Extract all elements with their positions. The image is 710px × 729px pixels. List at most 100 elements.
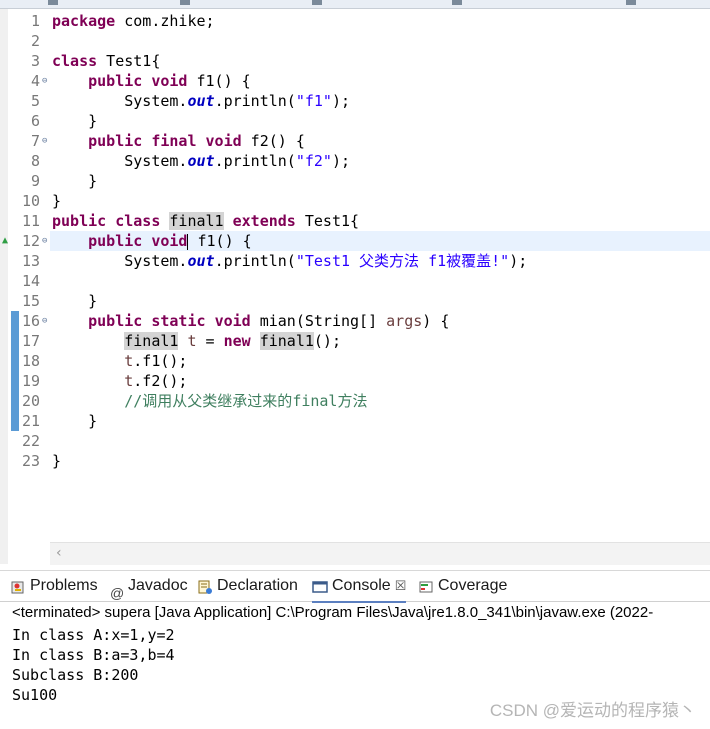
code-text: } <box>88 112 98 130</box>
editor-left-margin <box>0 542 8 564</box>
horizontal-scrollbar[interactable]: ‹ <box>50 542 710 565</box>
code-line: final1 t = new final1(); <box>52 331 710 351</box>
console-line: Su100 <box>12 686 58 704</box>
javadoc-icon: @ <box>110 584 125 601</box>
code-text: } <box>88 172 98 190</box>
fold-toggle-icon[interactable]: ⊖ <box>42 311 50 331</box>
code-text: ); <box>331 152 351 170</box>
code-text: .println( <box>214 252 296 270</box>
current-code-line: public void f1() { <box>50 231 710 251</box>
fold-toggle-icon[interactable]: ⊖ <box>42 131 50 151</box>
code-line: public class final1 extends Test1{ <box>52 211 710 231</box>
code-text: mian(String[] <box>250 312 387 330</box>
tab-declaration[interactable]: Declaration <box>197 571 298 601</box>
code-line: } <box>52 451 710 471</box>
keyword: void <box>214 312 251 330</box>
tab-label: Coverage <box>438 577 508 594</box>
code-line: System.out.println("Test1 父类方法 f1被覆盖!"); <box>52 251 710 271</box>
line-number: 3 <box>30 52 40 70</box>
class-name-occurrence: final1 <box>259 332 314 350</box>
code-editor[interactable]: 1 2 3 4 ⊖ 5 6 7 ⊖ 8 9 10 11 ▲ 12 ⊖ 13 14… <box>0 9 710 565</box>
declaration-icon <box>197 576 213 594</box>
code-line: System.out.println("f2"); <box>52 151 710 171</box>
keyword: void <box>151 232 188 250</box>
tab-javadoc[interactable]: @ Javadoc <box>110 571 188 601</box>
close-icon[interactable]: ☒ <box>395 578 407 593</box>
line-number: 9 <box>30 172 40 190</box>
fold-toggle-icon[interactable]: ⊖ <box>42 231 50 251</box>
keyword: extends <box>232 212 296 230</box>
keyword: public <box>88 72 143 90</box>
tab-coverage[interactable]: Coverage <box>418 571 507 601</box>
line-number: 14 <box>21 272 40 290</box>
line-number: 17 <box>21 332 40 350</box>
keyword: public <box>88 232 143 250</box>
tab-label: Problems <box>30 577 98 594</box>
local-variable: t <box>124 352 134 370</box>
tab-problems[interactable]: Problems <box>10 571 98 601</box>
tab-fragment <box>180 0 190 5</box>
code-text: Test1{ <box>295 212 360 230</box>
tab-console[interactable]: Console ☒ <box>312 571 407 603</box>
scroll-left-icon[interactable]: ‹ <box>56 545 62 561</box>
string-literal: "f2" <box>295 152 332 170</box>
line-number: 16 <box>21 312 40 330</box>
code-line: } <box>52 411 710 431</box>
line-number: 21 <box>21 412 40 430</box>
editor-left-margin <box>0 9 8 542</box>
keyword: public <box>88 312 143 330</box>
console-icon <box>312 576 328 593</box>
line-number: 13 <box>21 252 40 270</box>
code-line: System.out.println("f1"); <box>52 91 710 111</box>
static-field: out <box>187 252 215 270</box>
keyword: void <box>205 132 242 150</box>
code-text: System. <box>124 152 188 170</box>
keyword: void <box>151 72 188 90</box>
class-name-occurrence: final1 <box>169 212 224 230</box>
line-number: 6 <box>30 112 40 130</box>
keyword: package <box>52 12 116 30</box>
code-text: System. <box>124 92 188 110</box>
tab-label: Javadoc <box>128 577 188 594</box>
line-number: 2 <box>30 32 40 50</box>
editor-tab-strip[interactable] <box>0 0 710 9</box>
coverage-icon <box>418 576 434 593</box>
code-text: System. <box>124 252 188 270</box>
code-line: class Test1{ <box>52 51 710 71</box>
line-number: 10 <box>21 192 40 210</box>
parameter-name: args <box>386 312 423 330</box>
code-text: f2() { <box>241 132 305 150</box>
line-number: 20 <box>21 392 40 410</box>
code-line: } <box>52 171 710 191</box>
line-number: 1 <box>30 12 40 30</box>
line-number: 5 <box>30 92 40 110</box>
code-line: } <box>52 291 710 311</box>
code-line: public static void mian(String[] args) { <box>52 311 710 331</box>
fold-toggle-icon[interactable]: ⊖ <box>42 71 50 91</box>
watermark: CSDN @爱运动的程序猿丶 <box>489 701 696 720</box>
static-field: out <box>187 92 215 110</box>
keyword: static <box>151 312 206 330</box>
code-line: t.f2(); <box>52 371 710 391</box>
line-number: 4 <box>30 72 40 90</box>
code-text: ); <box>331 92 351 110</box>
tab-fragment <box>48 0 58 5</box>
line-number: 8 <box>30 152 40 170</box>
code-text: com.zhike; <box>115 12 215 30</box>
code-text: } <box>52 192 62 210</box>
code-text: .println( <box>214 152 296 170</box>
class-name-occurrence: final1 <box>124 332 179 350</box>
line-number: 15 <box>21 292 40 310</box>
bottom-panel-tabs: Problems @ Javadoc Declaration Console ☒ C… <box>0 570 710 603</box>
tab-fragment <box>452 0 462 5</box>
console-line: In class B:a=3,b=4 <box>12 646 175 664</box>
code-line: } <box>52 191 710 211</box>
static-field: out <box>187 152 215 170</box>
code-line: package com.zhike; <box>52 11 710 31</box>
code-text-area[interactable]: package com.zhike; class Test1{ public v… <box>50 9 710 542</box>
keyword: class <box>115 212 161 230</box>
keyword: class <box>52 52 98 70</box>
console-line: In class A:x=1,y=2 <box>12 626 175 644</box>
code-text: .f1(); <box>133 352 188 370</box>
string-literal: "f1" <box>295 92 332 110</box>
